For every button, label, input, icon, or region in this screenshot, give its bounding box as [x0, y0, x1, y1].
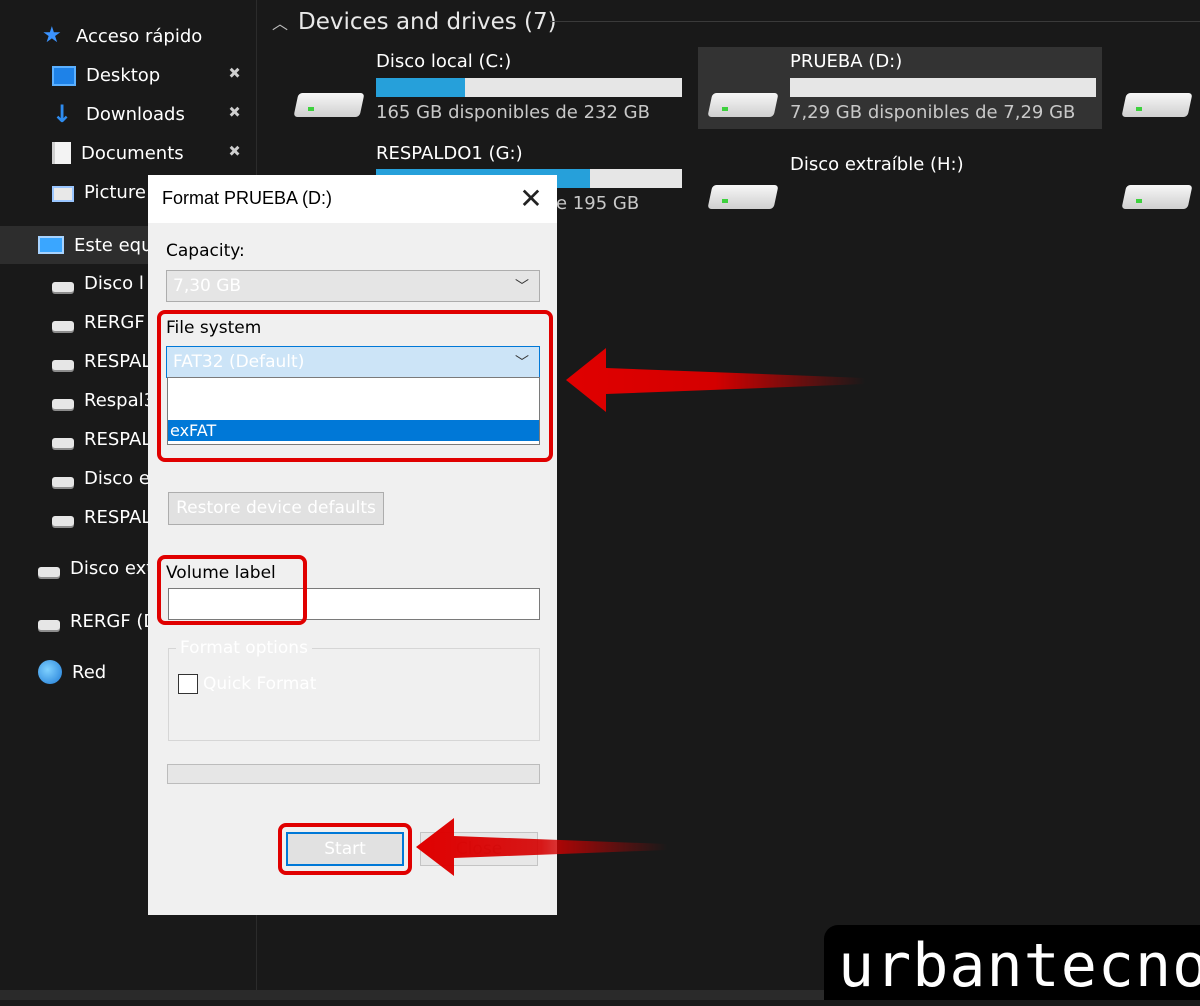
pin-icon: ✚	[223, 140, 246, 162]
computer-icon	[38, 236, 64, 254]
nav-item-documents[interactable]: Documents	[52, 136, 222, 170]
drive-icon	[52, 360, 74, 370]
nav-drive[interactable]: Respal3	[52, 383, 148, 417]
format-options-group	[168, 648, 540, 741]
drive-icon	[38, 620, 60, 630]
pictures-icon	[52, 185, 74, 202]
format-progress-bar	[167, 764, 540, 784]
desktop-icon	[52, 66, 76, 86]
drive-icon	[38, 567, 60, 577]
drive-c-free-space: 165 GB disponibles de 232 GB	[376, 102, 650, 123]
nav-drive[interactable]: Disco l	[52, 266, 148, 300]
chevron-up-icon: ︿	[272, 14, 289, 33]
drive-c-icon[interactable]	[293, 85, 365, 119]
group-header[interactable]: ︿ Devices and drives (7)	[272, 4, 557, 40]
status-bar	[0, 990, 824, 1000]
group-title: Devices and drives (7)	[298, 9, 557, 35]
nav-drive[interactable]: RERGF	[52, 305, 148, 339]
drive-h-icon[interactable]	[707, 177, 779, 211]
drive-icon	[52, 282, 74, 292]
pin-icon: ✚	[223, 101, 246, 123]
drive-c-usage-bar	[376, 78, 682, 97]
start-highlight	[278, 823, 412, 875]
drive-d-name[interactable]: PRUEBA (D:)	[790, 51, 902, 72]
drive-d-free-space: 7,29 GB disponibles de 7,29 GB	[790, 102, 1076, 123]
drive-d-usage-bar	[790, 78, 1096, 97]
quick-format-label[interactable]: Quick Format	[203, 674, 316, 694]
restore-defaults-button[interactable]: Restore device defaults	[168, 492, 384, 525]
arrow-left-icon	[566, 348, 865, 412]
pin-icon: ✚	[223, 62, 246, 84]
drive-g-name[interactable]: RESPALDO1 (G:)	[376, 143, 523, 164]
drive-icon	[52, 477, 74, 487]
dialog-titlebar[interactable]: Format PRUEBA (D:) ✕	[148, 175, 557, 223]
dialog-title: Format PRUEBA (D:)	[162, 188, 333, 208]
drive-icon	[52, 399, 74, 409]
nav-drive[interactable]: RESPAL	[52, 344, 148, 378]
star-icon: ★	[42, 23, 62, 48]
watermark-logo: urbantecno	[838, 931, 1200, 1001]
drive-h-name[interactable]: Disco extraíble (H:)	[790, 154, 964, 175]
group-divider	[550, 21, 1200, 22]
capacity-label: Capacity:	[166, 241, 245, 261]
close-icon[interactable]: ✕	[513, 181, 549, 217]
download-icon: ↓	[52, 100, 73, 128]
drive-icon[interactable]	[1121, 85, 1193, 119]
volume-label-highlight	[157, 555, 307, 625]
nav-drive[interactable]: RESPAL	[52, 500, 148, 534]
nav-item-pictures[interactable]: Picture	[52, 175, 148, 209]
file-system-highlight	[157, 310, 553, 462]
capacity-select[interactable]: 7,30 GB ﹀	[166, 270, 540, 302]
nav-this-pc[interactable]: Este equi	[38, 228, 148, 262]
nav-removable-drive[interactable]: Disco ext	[38, 551, 148, 585]
format-options-legend: Format options	[176, 638, 312, 658]
nav-item-downloads[interactable]: ↓ Downloads	[52, 97, 222, 131]
capacity-value: 7,30 GB	[173, 276, 242, 296]
drive-c-usage-fill	[376, 78, 465, 97]
document-icon	[52, 142, 71, 164]
arrow-left-icon	[416, 818, 667, 876]
drive-icon	[52, 516, 74, 526]
nav-network[interactable]: Red	[38, 655, 148, 689]
nav-drive[interactable]: RESPAL	[52, 422, 148, 456]
drive-icon	[52, 438, 74, 448]
drive-g-free-space: e 195 GB	[556, 193, 640, 214]
drive-d-icon[interactable]	[707, 85, 779, 119]
nav-removable-drive[interactable]: RERGF (D	[38, 604, 148, 638]
drive-icon[interactable]	[1121, 177, 1193, 211]
chevron-down-icon: ﹀	[515, 279, 529, 295]
drive-icon	[52, 321, 74, 331]
quick-format-checkbox[interactable]: ✔	[178, 674, 198, 694]
nav-drive[interactable]: Disco e	[52, 461, 148, 495]
nav-item-desktop[interactable]: Desktop	[52, 58, 202, 92]
drive-c-name[interactable]: Disco local (C:)	[376, 51, 511, 72]
nav-quick-access[interactable]: ★ Acceso rápido	[42, 19, 202, 53]
network-icon	[38, 660, 62, 684]
